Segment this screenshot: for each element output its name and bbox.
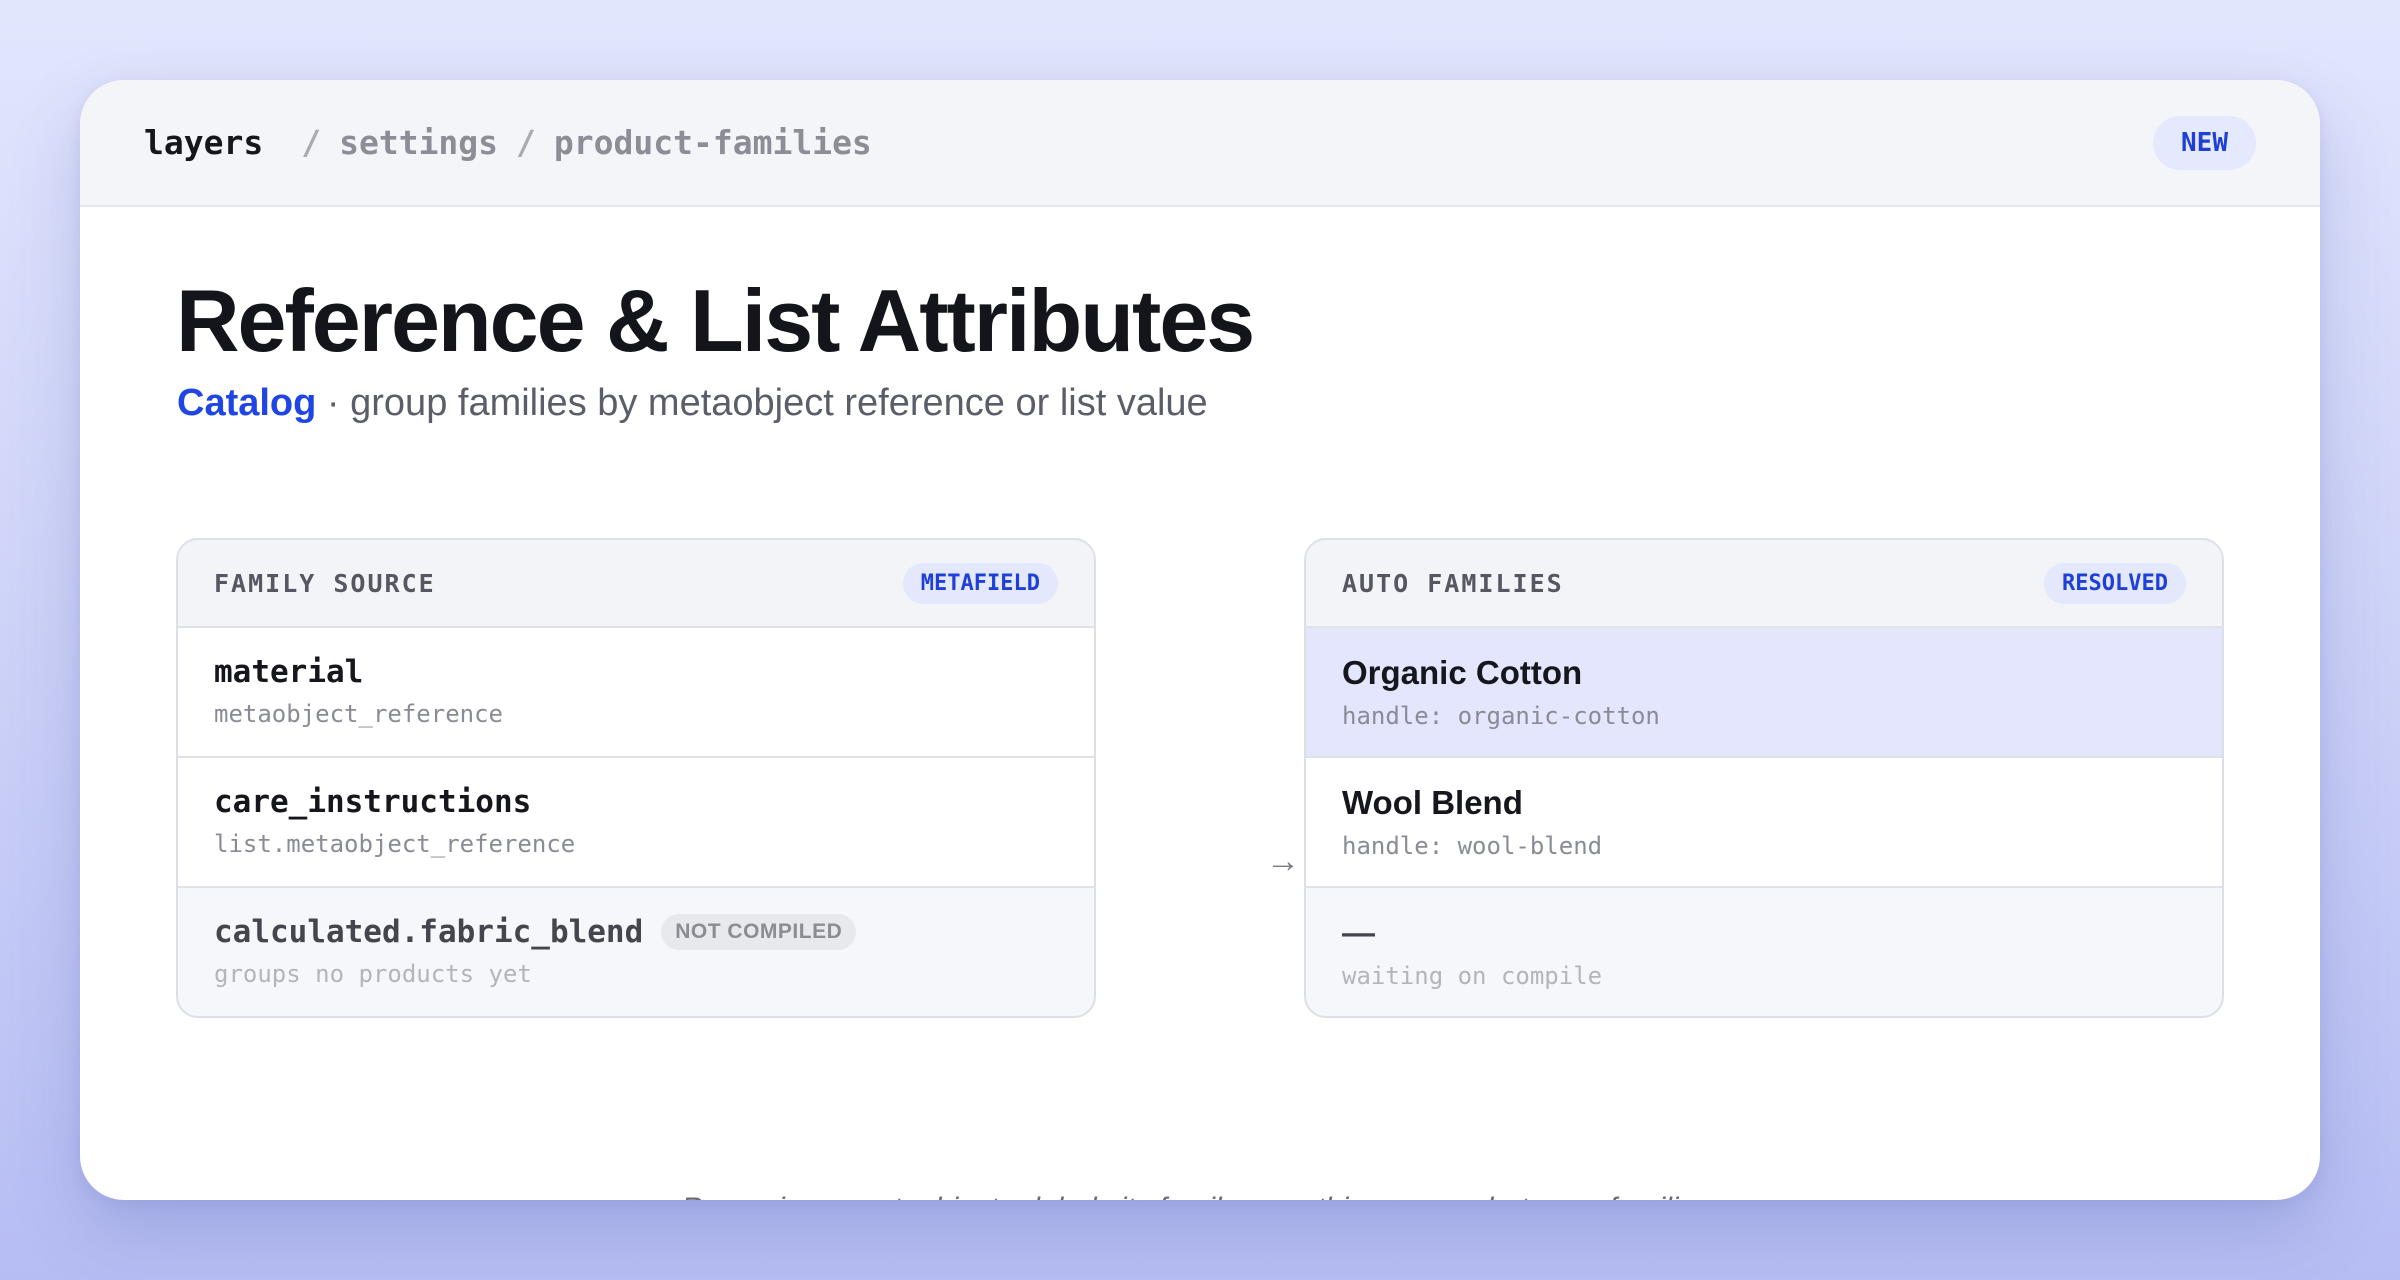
source-row-care-instructions[interactable]: care_instructions list.metaobject_refere… bbox=[178, 758, 1094, 888]
breadcrumb-product-families[interactable]: product-families bbox=[554, 123, 872, 162]
breadcrumb-root[interactable]: layers bbox=[144, 123, 263, 162]
family-row-wool-blend[interactable]: Wool Blend handle: wool-blend bbox=[1306, 758, 2222, 888]
family-handle: handle: wool-blend bbox=[1342, 832, 1603, 860]
family-row-organic-cotton[interactable]: Organic Cotton handle: organic-cotton bbox=[1306, 628, 2222, 758]
family-name: Wool Blend bbox=[1342, 784, 1523, 821]
source-name: care_instructions bbox=[214, 784, 532, 820]
resolved-badge: RESOLVED bbox=[2044, 562, 2186, 604]
source-type: metaobject_reference bbox=[214, 700, 503, 728]
top-bar: layers / settings / product-families NEW bbox=[80, 80, 2320, 207]
source-type: groups no products yet bbox=[214, 960, 532, 988]
page-subtitle: Catalog · group families by metaobject r… bbox=[177, 382, 1208, 425]
panel-header: AUTO FAMILIES RESOLVED bbox=[1306, 540, 2222, 628]
new-badge: NEW bbox=[2153, 115, 2256, 170]
source-name: material bbox=[214, 654, 364, 690]
panel-title: FAMILY SOURCE bbox=[214, 568, 436, 598]
source-type: list.metaobject_reference bbox=[214, 830, 576, 858]
breadcrumb-settings[interactable]: settings bbox=[339, 123, 498, 162]
source-row-fabric-blend[interactable]: calculated.fabric_blend NOT COMPILED gro… bbox=[178, 888, 1094, 1016]
breadcrumb-separator: / bbox=[516, 123, 536, 162]
family-handle: handle: organic-cotton bbox=[1342, 702, 1660, 730]
source-row-material[interactable]: material metaobject_reference bbox=[178, 628, 1094, 758]
family-name: Organic Cotton bbox=[1342, 654, 1583, 691]
source-name: calculated.fabric_blend bbox=[214, 914, 644, 950]
catalog-link[interactable]: Catalog bbox=[177, 382, 316, 424]
source-name-wrap: calculated.fabric_blend NOT COMPILED bbox=[214, 914, 1058, 950]
family-name-placeholder: — bbox=[1342, 914, 1375, 951]
metafield-badge: METAFIELD bbox=[902, 562, 1058, 604]
arrow-right-icon: → bbox=[1266, 842, 1300, 880]
settings-card: layers / settings / product-families NEW… bbox=[80, 80, 2320, 1200]
subtitle-text: · group families by metaobject reference… bbox=[326, 382, 1208, 424]
footer-note: Renaming a metaobject relabels its famil… bbox=[80, 1192, 2320, 1200]
panel-header: FAMILY SOURCE METAFIELD bbox=[178, 540, 1094, 628]
family-row-pending: — waiting on compile bbox=[1306, 888, 2222, 1016]
panel-title: AUTO FAMILIES bbox=[1342, 568, 1564, 598]
family-source-panel: FAMILY SOURCE METAFIELD material metaobj… bbox=[176, 538, 1096, 1018]
family-handle: waiting on compile bbox=[1342, 962, 1603, 990]
auto-families-panel: AUTO FAMILIES RESOLVED Organic Cotton ha… bbox=[1304, 538, 2224, 1018]
breadcrumb-separator: / bbox=[301, 123, 322, 162]
not-compiled-badge: NOT COMPILED bbox=[661, 914, 857, 950]
page-title: Reference & List Attributes bbox=[176, 271, 1255, 370]
